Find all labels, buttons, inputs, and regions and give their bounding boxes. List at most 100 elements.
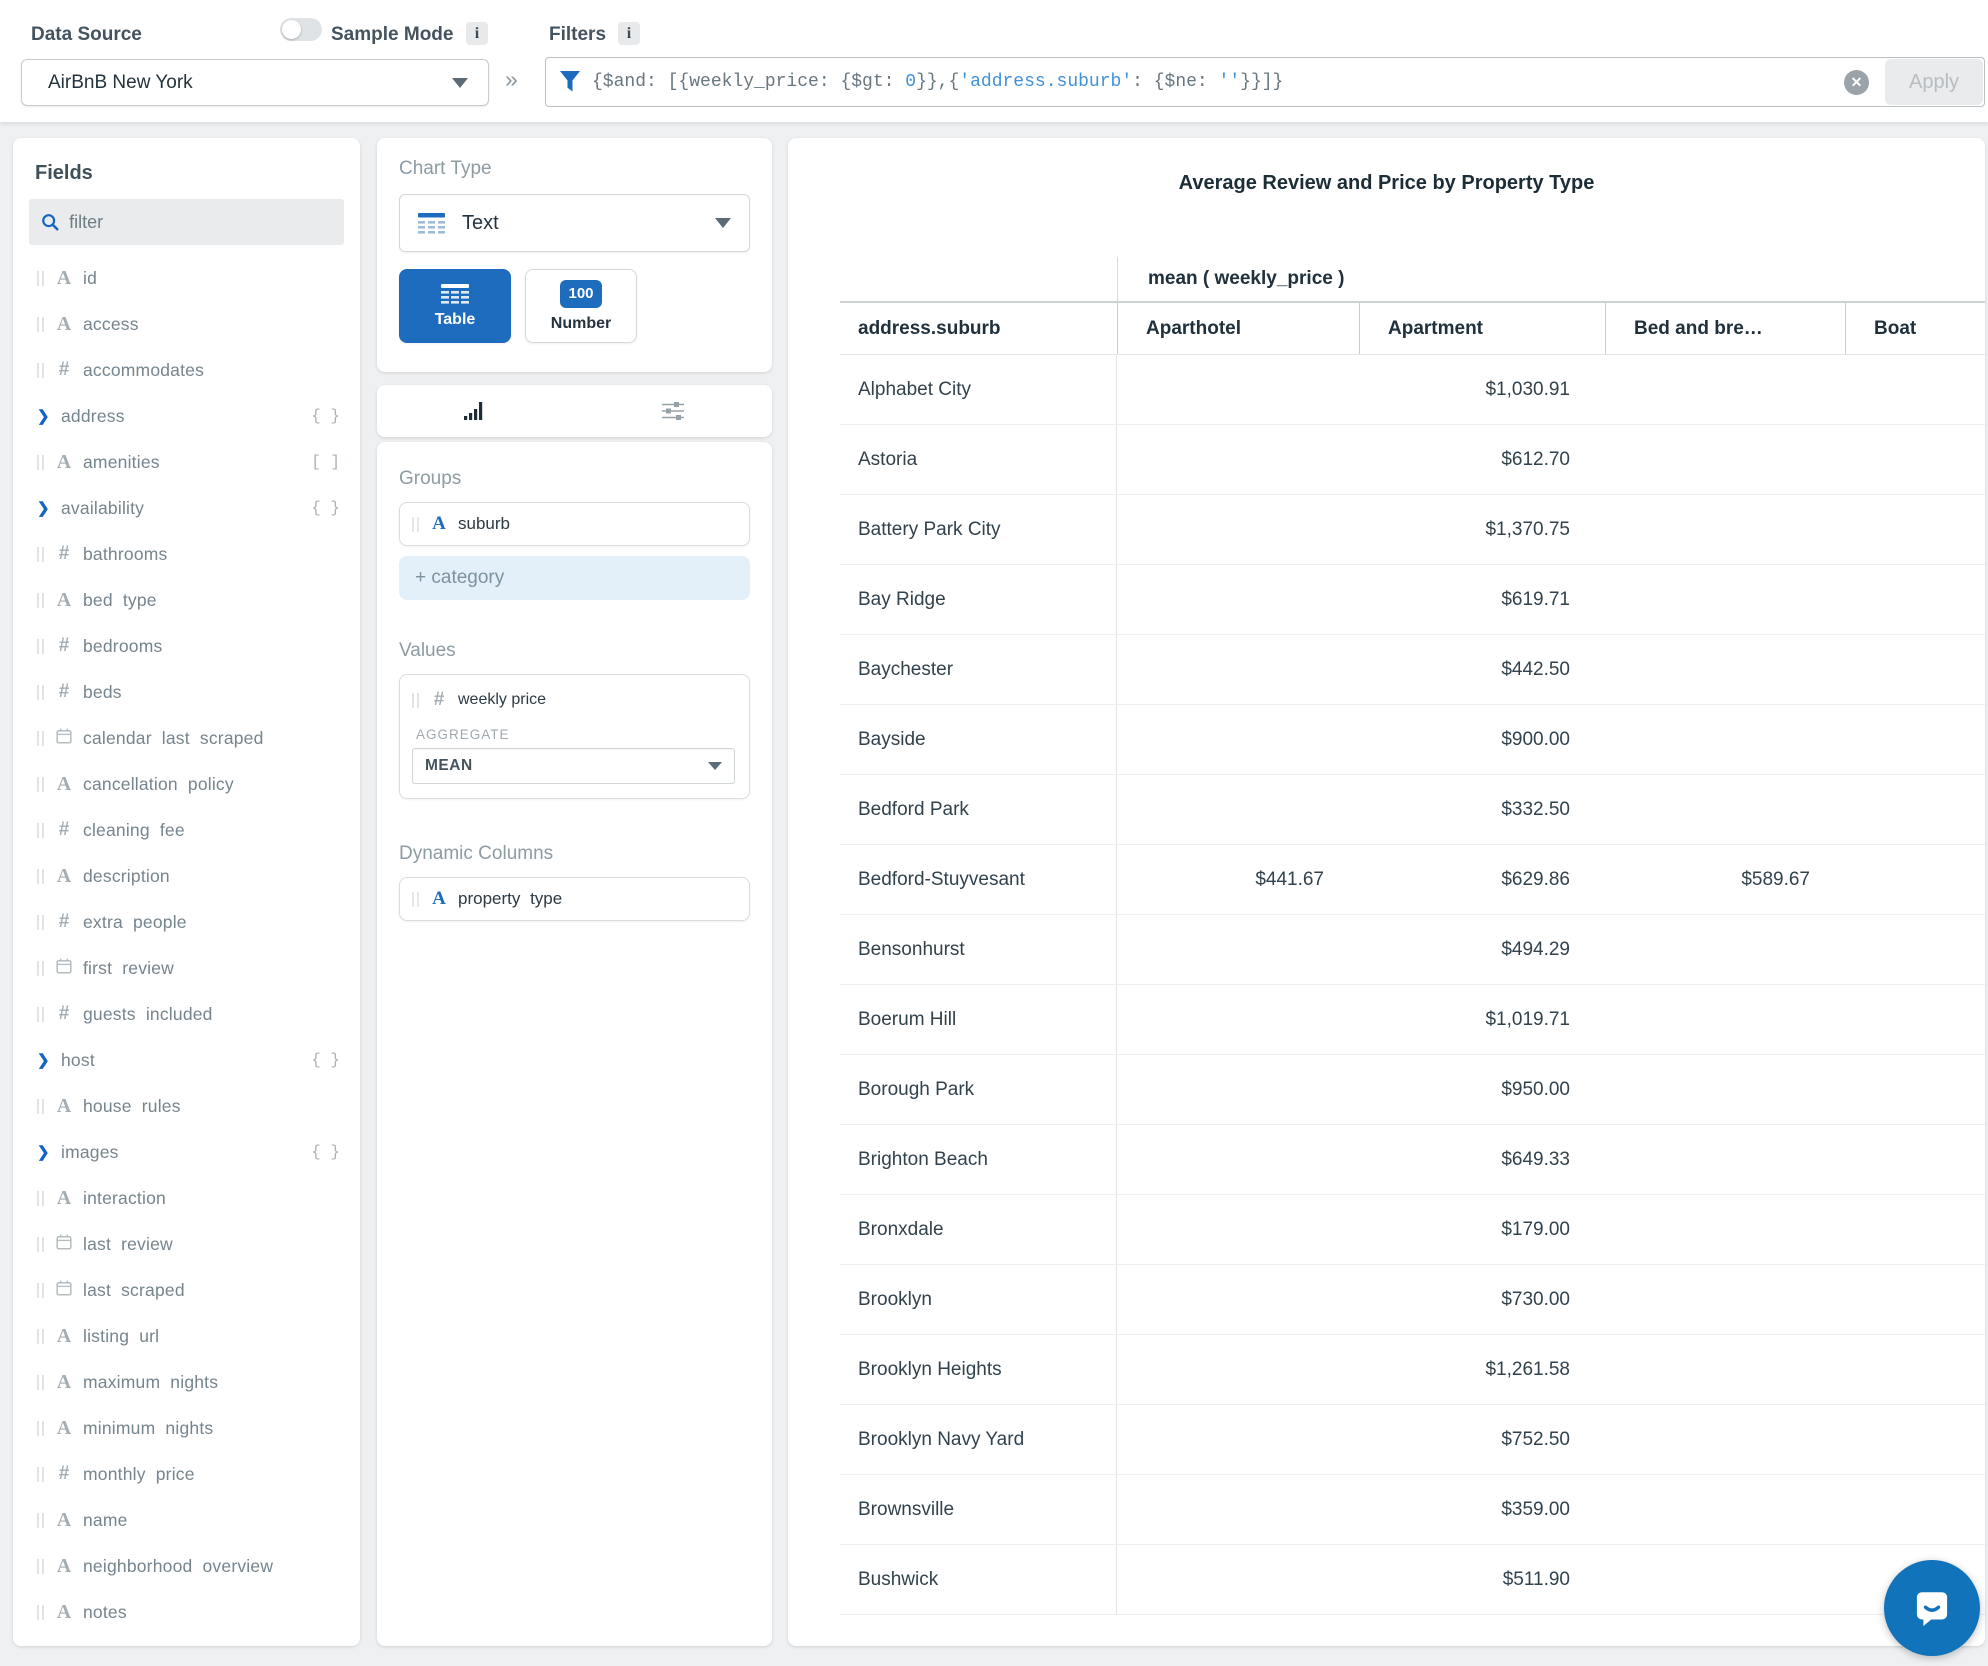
drag-handle-icon[interactable] (412, 693, 419, 708)
value-cell: $441.67 (1117, 845, 1359, 914)
field-item[interactable]: ❯availability{ } (13, 485, 360, 531)
tab-encode[interactable] (377, 385, 575, 437)
value-field-chip[interactable]: # weekly price (412, 687, 735, 713)
field-item[interactable]: #cleaning fee (13, 807, 360, 853)
field-name: cancellation policy (83, 774, 340, 795)
chart-subtype-number-button[interactable]: 100 Number (525, 269, 637, 343)
field-item[interactable]: Amaximum nights (13, 1359, 360, 1405)
field-item[interactable]: Abed type (13, 577, 360, 623)
chat-bubble-button[interactable] (1884, 1560, 1980, 1656)
collapse-chevrons-icon[interactable]: » (505, 66, 518, 93)
value-cell (1605, 1195, 1845, 1264)
chart-type-label: Chart Type (399, 158, 750, 180)
field-item[interactable]: Aaccess (13, 301, 360, 347)
expand-chevron-icon[interactable]: ❯ (37, 1051, 53, 1069)
suburb-cell: Brooklyn Navy Yard (840, 1405, 1117, 1474)
field-name: extra people (83, 912, 340, 933)
data-source-select[interactable]: AirBnB New York (21, 59, 489, 106)
chart-subtype-table-button[interactable]: Table (399, 269, 511, 343)
value-cell (1117, 355, 1359, 424)
field-item[interactable]: last review (13, 1221, 360, 1267)
filter-funnel-icon (558, 69, 582, 95)
field-item[interactable]: Acancellation policy (13, 761, 360, 807)
field-item[interactable]: #bathrooms (13, 531, 360, 577)
expand-chevron-icon[interactable]: ❯ (37, 499, 53, 517)
field-name: name (83, 1510, 340, 1531)
field-search-input[interactable] (69, 212, 332, 233)
field-item[interactable]: Aname (13, 1497, 360, 1543)
field-item[interactable]: #bedrooms (13, 623, 360, 669)
field-item[interactable]: ❯host{ } (13, 1037, 360, 1083)
field-name: bed type (83, 590, 340, 611)
field-item[interactable]: #guests included (13, 991, 360, 1037)
field-item[interactable]: #beds (13, 669, 360, 715)
value-cell (1845, 985, 1985, 1054)
string-type-icon: A (428, 513, 450, 535)
drag-handle-icon (37, 685, 44, 700)
chart-type-select[interactable]: Text (399, 194, 750, 252)
field-item[interactable]: Aneighborhood overview (13, 1543, 360, 1589)
field-item[interactable]: last scraped (13, 1267, 360, 1313)
filter-query-input[interactable]: {$and: [{weekly_price: {$gt: 0}},{'addre… (545, 57, 1985, 107)
sample-mode-toggle[interactable] (280, 18, 322, 41)
field-item[interactable]: calendar last scraped (13, 715, 360, 761)
value-cell: $730.00 (1359, 1265, 1605, 1334)
field-item[interactable]: ❯images{ } (13, 1129, 360, 1175)
field-item[interactable]: Aamenities[ ] (13, 439, 360, 485)
filter-query-text[interactable]: {$and: [{weekly_price: {$gt: 0}},{'addre… (592, 72, 1844, 92)
value-cell: $649.33 (1359, 1125, 1605, 1194)
field-item[interactable]: Adescription (13, 853, 360, 899)
field-name: notes (83, 1602, 340, 1623)
value-cell (1117, 915, 1359, 984)
field-search[interactable] (29, 199, 344, 245)
suburb-cell: Astoria (840, 425, 1117, 494)
value-cell (1845, 1405, 1985, 1474)
field-item[interactable]: Anotes (13, 1589, 360, 1635)
sample-mode-info-icon[interactable]: i (466, 22, 488, 45)
measure-header-row: mean ( weekly_price ) (840, 257, 1985, 301)
tab-customize[interactable] (575, 385, 773, 437)
value-cell (1605, 1055, 1845, 1124)
aggregate-select[interactable]: MEAN (412, 748, 735, 784)
suburb-cell: Bay Ridge (840, 565, 1117, 634)
table-row: Brooklyn$730.00 (840, 1265, 1985, 1335)
suburb-cell: Battery Park City (840, 495, 1117, 564)
apply-button[interactable]: Apply (1885, 59, 1983, 105)
number-type-icon: # (53, 681, 75, 703)
expand-chevron-icon[interactable]: ❯ (37, 407, 53, 425)
field-item[interactable]: #accommodates (13, 347, 360, 393)
clear-filter-icon[interactable]: ✕ (1844, 70, 1869, 95)
suburb-cell: Bedford Park (840, 775, 1117, 844)
drag-handle-icon[interactable] (412, 517, 419, 532)
value-cell: $629.86 (1359, 845, 1605, 914)
add-category-button[interactable]: + category (399, 556, 750, 600)
group-field-name: suburb (458, 514, 510, 534)
drag-handle-icon[interactable] (412, 892, 419, 907)
group-field-chip[interactable]: A suburb (399, 502, 750, 546)
field-item[interactable]: #extra people (13, 899, 360, 945)
value-cell (1117, 985, 1359, 1054)
value-cell (1605, 565, 1845, 634)
string-type-icon: A (53, 313, 75, 336)
value-cell (1845, 1335, 1985, 1404)
value-cell (1605, 1405, 1845, 1474)
field-item[interactable]: ❯address{ } (13, 393, 360, 439)
field-item[interactable]: Ainteraction (13, 1175, 360, 1221)
data-source-label: Data Source (31, 24, 142, 46)
string-type-icon: A (428, 888, 450, 910)
drag-handle-icon (37, 455, 44, 470)
field-item[interactable]: Aminimum nights (13, 1405, 360, 1451)
field-name: amenities (83, 452, 311, 473)
field-item[interactable]: #monthly price (13, 1451, 360, 1497)
field-name: id (83, 268, 340, 289)
field-item[interactable]: first review (13, 945, 360, 991)
value-cell (1117, 495, 1359, 564)
field-item[interactable]: Aid (13, 255, 360, 301)
string-type-icon: A (53, 1095, 75, 1118)
filters-info-icon[interactable]: i (618, 22, 640, 45)
field-item[interactable]: Ahouse rules (13, 1083, 360, 1129)
dynamic-column-chip[interactable]: A property type (399, 877, 750, 921)
expand-chevron-icon[interactable]: ❯ (37, 1143, 53, 1161)
field-item[interactable]: Alisting url (13, 1313, 360, 1359)
value-cell (1117, 1055, 1359, 1124)
